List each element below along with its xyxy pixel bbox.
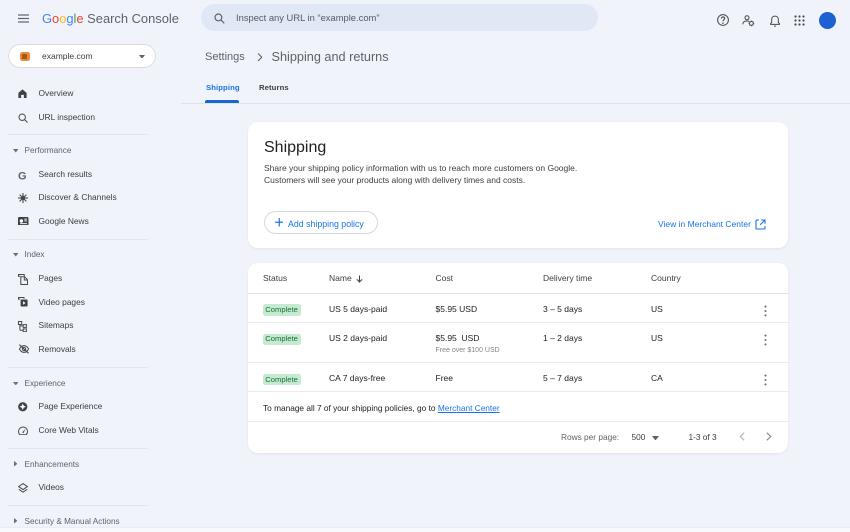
svg-text:G: G	[18, 170, 27, 181]
